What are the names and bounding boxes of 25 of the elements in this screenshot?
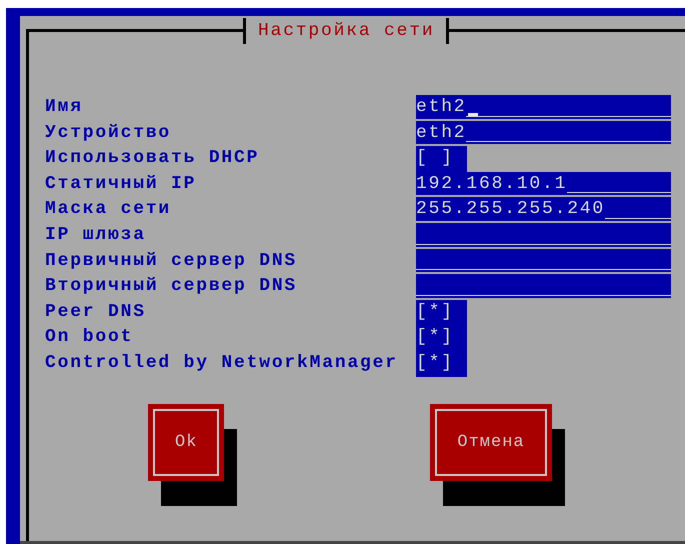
input-field[interactable] — [416, 248, 671, 274]
field-label: Использовать DHCP — [45, 147, 260, 170]
input-field[interactable] — [416, 274, 671, 300]
field-label: Маска сети — [45, 198, 172, 222]
checkbox[interactable]: [ ] — [416, 146, 467, 172]
input-field[interactable]: 255.255.255.240 — [416, 197, 671, 223]
input-field[interactable] — [416, 222, 671, 249]
field-label: Устройство — [45, 122, 172, 145]
checkbox[interactable]: [*] — [416, 325, 467, 351]
checkbox[interactable]: [*] — [416, 300, 467, 326]
field-label: Вторичный сервер DNS — [45, 275, 298, 298]
field-label: Имя — [45, 96, 84, 119]
field-label: Peer DNS — [45, 300, 147, 324]
field-label: Первичный сервер DNS — [45, 250, 298, 273]
dialog-title: Настройка сети — [258, 20, 434, 43]
input-field[interactable]: eth2 — [416, 95, 671, 121]
dialog-button[interactable]: Ok — [148, 404, 224, 481]
field-label: On boot — [45, 326, 134, 350]
field-label: IP шлюза — [45, 224, 147, 247]
dialog-button[interactable]: Отмена — [430, 404, 552, 481]
field-label: Статичный IP — [45, 172, 198, 196]
field-label: Controlled by NetworkManager — [45, 352, 399, 375]
checkbox[interactable]: [*] — [416, 350, 467, 377]
input-field[interactable]: 192.168.10.1 — [416, 172, 671, 198]
input-field[interactable]: eth2 — [416, 120, 671, 146]
